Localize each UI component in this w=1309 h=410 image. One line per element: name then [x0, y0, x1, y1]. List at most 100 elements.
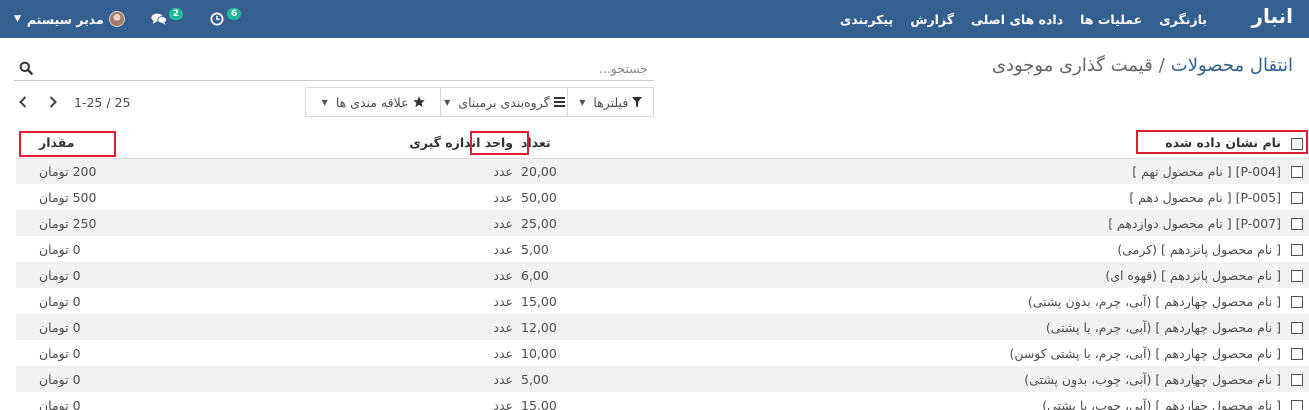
cell-amount: 500 تومان: [16, 184, 155, 210]
messages-menu[interactable]: 2: [151, 8, 183, 26]
amount-value: 0 تومان: [39, 397, 81, 410]
breadcrumb-parent[interactable]: انتقال محصولات: [1171, 55, 1293, 76]
row-checkbox[interactable]: [1291, 166, 1303, 179]
favorites-button[interactable]: علاقه مندی ها ▼: [306, 88, 440, 116]
quantity-value: 5,00: [521, 241, 549, 257]
cell-quantity: 12,00: [517, 314, 583, 340]
pager-range: 1-25: [74, 94, 103, 110]
row-checkbox[interactable]: [1291, 192, 1303, 204]
row-select-cell: [1285, 262, 1309, 288]
menu-item-reporting[interactable]: گزارش: [910, 12, 954, 27]
row-select-cell: [1285, 158, 1309, 184]
group-by-button[interactable]: گروه‌بندی برمبنای ▼: [440, 88, 567, 116]
search-input[interactable]: [42, 57, 648, 79]
pager-value[interactable]: 1-25 / 25: [74, 95, 130, 110]
row-checkbox[interactable]: [1291, 218, 1303, 230]
cell-uom: عدد: [493, 319, 513, 335]
row-checkbox[interactable]: [1291, 296, 1303, 308]
favorites-label: علاقه مندی ها: [335, 94, 409, 110]
amount-value: 0 تومان: [39, 371, 81, 387]
main-navbar: انبار بازنگری عملیات ها داده های اصلی گز…: [0, 0, 1309, 38]
cell-amount: 250 تومان: [16, 210, 155, 236]
table-row[interactable]: [P-005] [ نام محصول دهم ] 50,00 عدد 500 توم…: [16, 184, 1309, 210]
row-checkbox[interactable]: [1291, 322, 1303, 334]
main-menu: بازنگری عملیات ها داده های اصلی گزارش پی…: [823, 0, 1207, 38]
pager-next-button[interactable]: [44, 93, 62, 111]
cell-uom: عدد: [493, 267, 513, 283]
cell-quantity: 25,00: [517, 210, 583, 236]
app-brand[interactable]: انبار: [1251, 4, 1293, 28]
table-row[interactable]: [ نام محصول چهاردهم ] (آبی، چرم، بدون پش…: [16, 288, 1309, 314]
table-row[interactable]: [ نام محصول پانزدهم ] (کرمی) 5,00 عدد 0 توم…: [16, 236, 1309, 262]
row-checkbox[interactable]: [1291, 374, 1303, 386]
row-checkbox[interactable]: [1291, 400, 1303, 410]
breadcrumb: انتقال محصولات /قیمت گذاری موجودی: [992, 55, 1293, 76]
menu-item-overview[interactable]: بازنگری: [1159, 12, 1207, 27]
pager-previous-button[interactable]: [14, 93, 32, 111]
cell-uom: عدد: [493, 241, 513, 257]
cell-name: [ نام محصول چهاردهم ] (آبی، چرم، با پشتی…: [1009, 345, 1281, 361]
menu-item-configuration[interactable]: پیکربندی: [840, 12, 893, 27]
clock-icon: [210, 12, 224, 26]
row-select-cell: [1285, 210, 1309, 236]
cell-uom: عدد: [493, 345, 513, 361]
table-row[interactable]: [ نام محصول چهاردهم ] (آبی، چرم، با پشتی…: [16, 340, 1309, 366]
column-header-name[interactable]: نام نشان داده شده: [583, 128, 1285, 158]
quantity-value: 15,00: [521, 397, 557, 410]
table-row[interactable]: [ نام محصول چهاردهم ] (آبی، چوب، بدون پش…: [16, 366, 1309, 392]
amount-value: 0 تومان: [39, 241, 81, 257]
cell-name: [ نام محصول پانزدهم ] (قهوه ای): [1105, 267, 1281, 283]
table-body: [P-004] [ نام محصول نهم ] 20,00 عدد 200 توم…: [16, 158, 1309, 410]
quantity-value: 15,00: [521, 293, 557, 309]
cell-name: [ نام محصول چهاردهم ] (آبی، چرم، بدون پش…: [1027, 293, 1281, 309]
column-header-amount[interactable]: مقدار: [16, 128, 155, 158]
list-icon: [553, 97, 565, 107]
table-row[interactable]: [ نام محصول چهاردهم ] (آبی، چرم، با پشتی…: [16, 314, 1309, 340]
quantity-value: 20,00: [521, 163, 557, 179]
chevron-right-icon: [49, 96, 57, 108]
cell-name: [P-004] [ نام محصول نهم ]: [1132, 163, 1281, 179]
menu-item-master-data[interactable]: داده های اصلی: [971, 12, 1063, 27]
cell-quantity: 10,00: [517, 340, 583, 366]
table-row[interactable]: [P-004] [ نام محصول نهم ] 20,00 عدد 200 توم…: [16, 158, 1309, 184]
amount-value: 0 تومان: [39, 319, 81, 335]
cell-amount: 0 تومان: [16, 314, 155, 340]
amount-value: 0 تومان: [39, 293, 81, 309]
cell-amount: 0 تومان: [16, 288, 155, 314]
cell-amount: 0 تومان: [16, 262, 155, 288]
comments-icon: [151, 13, 167, 25]
cell-uom: عدد: [493, 397, 513, 410]
table-row[interactable]: [P-007] [ نام محصول دوازدهم ] 25,00 عدد 250…: [16, 210, 1309, 236]
row-checkbox[interactable]: [1291, 270, 1303, 282]
row-select-cell: [1285, 366, 1309, 392]
activity-menu[interactable]: 6: [209, 8, 242, 26]
cell-name: [P-005] [ نام محصول دهم ]: [1129, 189, 1281, 205]
pager-separator: /: [106, 94, 111, 110]
select-all-checkbox[interactable]: [1291, 137, 1303, 150]
row-checkbox[interactable]: [1291, 244, 1303, 256]
cell-quantity: 6,00: [517, 262, 583, 288]
filters-button[interactable]: فیلترها ▼: [567, 88, 653, 116]
caret-down-icon: ▼: [321, 97, 328, 107]
table-row[interactable]: [ نام محصول چهاردهم ] (آبی، چوب، با پشتی…: [16, 392, 1309, 410]
cell-name: [ نام محصول چهاردهم ] (آبی، چوب، بدون پش…: [1024, 371, 1281, 387]
search-options: فیلترها ▼ گروه‌بندی برمبنای ▼ علاقه مندی…: [305, 87, 654, 117]
column-header-quantity[interactable]: تعداد: [517, 128, 583, 158]
table-row[interactable]: [ نام محصول پانزدهم ] (قهوه ای) 6,00 عدد 0 …: [16, 262, 1309, 288]
menu-item-operations[interactable]: عملیات ها: [1080, 12, 1142, 27]
user-name: مدیر سیستم: [26, 11, 104, 27]
column-header-uom[interactable]: واحد اندازه گیری: [155, 128, 517, 158]
amount-value: 200 تومان: [39, 163, 97, 179]
systray: مدیر سیستم ▼ 2 6: [14, 0, 242, 38]
quantity-value: 25,00: [521, 215, 557, 231]
cell-uom: عدد: [493, 371, 513, 387]
cell-name: [ نام محصول چهاردهم ] (آبی، چوب، با پشتی…: [1042, 397, 1281, 410]
user-menu[interactable]: مدیر سیستم ▼: [14, 11, 125, 27]
cell-amount: 200 تومان: [16, 158, 155, 184]
caret-down-icon: ▼: [14, 14, 21, 24]
row-checkbox[interactable]: [1291, 348, 1303, 360]
caret-down-icon: ▼: [579, 97, 586, 107]
search-icon[interactable]: [19, 61, 33, 75]
messages-badge: 2: [168, 8, 183, 20]
chevron-left-icon: [19, 96, 27, 108]
